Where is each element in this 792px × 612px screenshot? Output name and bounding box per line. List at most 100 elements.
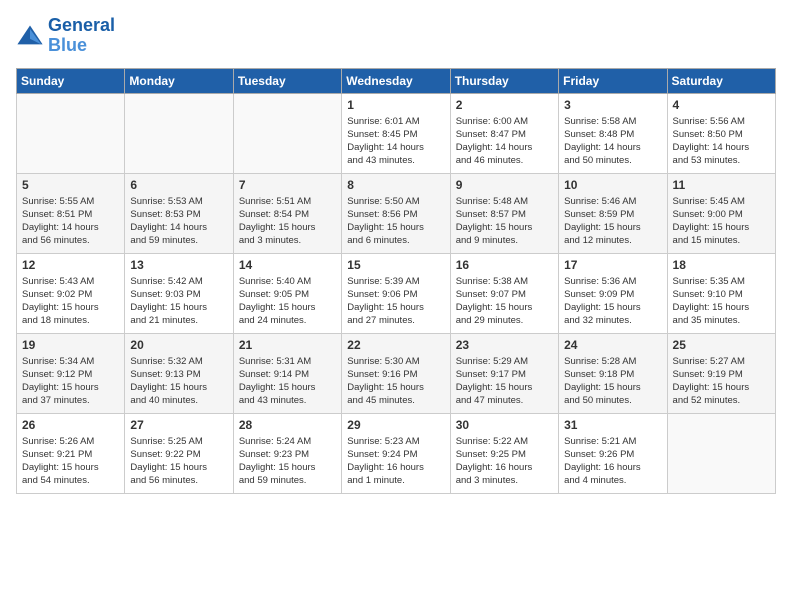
calendar-cell: 10Sunrise: 5:46 AM Sunset: 8:59 PM Dayli… [559,173,667,253]
day-info: Sunrise: 5:40 AM Sunset: 9:05 PM Dayligh… [239,275,336,328]
page-header: General Blue [16,16,776,56]
day-info: Sunrise: 5:24 AM Sunset: 9:23 PM Dayligh… [239,435,336,488]
calendar-cell: 24 Sunrise: 5:28 AM Sunset: 9:18 PM Dayli… [559,333,667,413]
day-info: Sunrise: 5:38 AM Sunset: 9:07 PM Dayligh… [456,275,553,328]
calendar-cell: 29Sunrise: 5:23 AM Sunset: 9:24 PM Dayli… [342,413,450,493]
day-info: Sunrise: 5:34 AM Sunset: 9:12 PM Dayligh… [22,355,119,408]
day-info: Sunrise: 5:51 AM Sunset: 8:54 PM Dayligh… [239,195,336,248]
day-info: Sunrise: 5:50 AM Sunset: 8:56 PM Dayligh… [347,195,444,248]
logo-icon [16,22,44,50]
day-info: Sunrise: 5:48 AM Sunset: 8:57 PM Dayligh… [456,195,553,248]
day-info: Sunrise: 5:46 AM Sunset: 8:59 PM Dayligh… [564,195,661,248]
calendar-cell: 28Sunrise: 5:24 AM Sunset: 9:23 PM Dayli… [233,413,341,493]
calendar-cell: 12Sunrise: 5:43 AM Sunset: 9:02 PM Dayli… [17,253,125,333]
day-number: 9 [456,178,553,192]
calendar-cell [667,413,775,493]
weekday-header-thursday: Thursday [450,68,558,93]
day-info: Sunrise: 5:28 AM Sunset: 9:18 PM Dayligh… [564,355,661,408]
calendar-cell: 6 Sunrise: 5:53 AM Sunset: 8:53 PM Daylig… [125,173,233,253]
calendar-week-4: 19 Sunrise: 5:34 AM Sunset: 9:12 PM Dayli… [17,333,776,413]
weekday-header-wednesday: Wednesday [342,68,450,93]
day-number: 30 [456,418,553,432]
calendar-cell: 21 Sunrise: 5:31 AM Sunset: 9:14 PM Dayli… [233,333,341,413]
day-info: Sunrise: 5:32 AM Sunset: 9:13 PM Dayligh… [130,355,227,408]
calendar-cell: 22 Sunrise: 5:30 AM Sunset: 9:16 PM Dayli… [342,333,450,413]
calendar-cell: 31 Sunrise: 5:21 AM Sunset: 9:26 PM Dayli… [559,413,667,493]
day-number: 25 [673,338,770,352]
calendar-week-1: 1 Sunrise: 6:01 AM Sunset: 8:45 PM Daylig… [17,93,776,173]
calendar-cell: 1 Sunrise: 6:01 AM Sunset: 8:45 PM Daylig… [342,93,450,173]
day-info: Sunrise: 5:22 AM Sunset: 9:25 PM Dayligh… [456,435,553,488]
day-number: 31 [564,418,661,432]
calendar-cell: 2 Sunrise: 6:00 AM Sunset: 8:47 PM Daylig… [450,93,558,173]
day-info: Sunrise: 5:25 AM Sunset: 9:22 PM Dayligh… [130,435,227,488]
day-number: 22 [347,338,444,352]
calendar-cell: 7Sunrise: 5:51 AM Sunset: 8:54 PM Daylig… [233,173,341,253]
calendar-cell: 17 Sunrise: 5:36 AM Sunset: 9:09 PM Dayli… [559,253,667,333]
day-number: 21 [239,338,336,352]
calendar-cell: 14 Sunrise: 5:40 AM Sunset: 9:05 PM Dayli… [233,253,341,333]
calendar-week-5: 26 Sunrise: 5:26 AM Sunset: 9:21 PM Dayli… [17,413,776,493]
day-number: 6 [130,178,227,192]
day-number: 2 [456,98,553,112]
day-info: Sunrise: 5:56 AM Sunset: 8:50 PM Dayligh… [673,115,770,168]
day-info: Sunrise: 5:42 AM Sunset: 9:03 PM Dayligh… [130,275,227,328]
day-number: 1 [347,98,444,112]
calendar-cell [17,93,125,173]
day-info: Sunrise: 5:45 AM Sunset: 9:00 PM Dayligh… [673,195,770,248]
calendar-cell [233,93,341,173]
calendar-table: SundayMondayTuesdayWednesdayThursdayFrid… [16,68,776,494]
day-info: Sunrise: 5:26 AM Sunset: 9:21 PM Dayligh… [22,435,119,488]
day-info: Sunrise: 5:21 AM Sunset: 9:26 PM Dayligh… [564,435,661,488]
calendar-cell: 19 Sunrise: 5:34 AM Sunset: 9:12 PM Dayli… [17,333,125,413]
calendar-cell: 27 Sunrise: 5:25 AM Sunset: 9:22 PM Dayli… [125,413,233,493]
day-number: 17 [564,258,661,272]
calendar-cell: 18Sunrise: 5:35 AM Sunset: 9:10 PM Dayli… [667,253,775,333]
logo-text: General Blue [48,16,115,56]
weekday-header-sunday: Sunday [17,68,125,93]
calendar-week-3: 12Sunrise: 5:43 AM Sunset: 9:02 PM Dayli… [17,253,776,333]
calendar-cell: 15 Sunrise: 5:39 AM Sunset: 9:06 PM Dayli… [342,253,450,333]
day-number: 23 [456,338,553,352]
calendar-cell: 20 Sunrise: 5:32 AM Sunset: 9:13 PM Dayli… [125,333,233,413]
day-number: 14 [239,258,336,272]
day-info: Sunrise: 6:01 AM Sunset: 8:45 PM Dayligh… [347,115,444,168]
calendar-cell [125,93,233,173]
day-number: 27 [130,418,227,432]
day-number: 11 [673,178,770,192]
day-info: Sunrise: 5:53 AM Sunset: 8:53 PM Dayligh… [130,195,227,248]
day-number: 20 [130,338,227,352]
calendar-cell: 5Sunrise: 5:55 AM Sunset: 8:51 PM Daylig… [17,173,125,253]
calendar-cell: 11 Sunrise: 5:45 AM Sunset: 9:00 PM Dayli… [667,173,775,253]
calendar-cell: 13 Sunrise: 5:42 AM Sunset: 9:03 PM Dayli… [125,253,233,333]
weekday-header-tuesday: Tuesday [233,68,341,93]
day-info: Sunrise: 5:39 AM Sunset: 9:06 PM Dayligh… [347,275,444,328]
day-number: 26 [22,418,119,432]
day-number: 8 [347,178,444,192]
day-info: Sunrise: 5:27 AM Sunset: 9:19 PM Dayligh… [673,355,770,408]
calendar-cell: 8 Sunrise: 5:50 AM Sunset: 8:56 PM Daylig… [342,173,450,253]
calendar-cell: 30 Sunrise: 5:22 AM Sunset: 9:25 PM Dayli… [450,413,558,493]
day-number: 13 [130,258,227,272]
calendar-cell: 9 Sunrise: 5:48 AM Sunset: 8:57 PM Daylig… [450,173,558,253]
logo: General Blue [16,16,115,56]
calendar-cell: 16Sunrise: 5:38 AM Sunset: 9:07 PM Dayli… [450,253,558,333]
day-number: 4 [673,98,770,112]
weekday-header-friday: Friday [559,68,667,93]
day-number: 24 [564,338,661,352]
day-info: Sunrise: 5:31 AM Sunset: 9:14 PM Dayligh… [239,355,336,408]
day-number: 29 [347,418,444,432]
weekday-header-saturday: Saturday [667,68,775,93]
day-info: Sunrise: 5:43 AM Sunset: 9:02 PM Dayligh… [22,275,119,328]
weekday-header-monday: Monday [125,68,233,93]
day-number: 18 [673,258,770,272]
day-number: 15 [347,258,444,272]
day-number: 19 [22,338,119,352]
day-info: Sunrise: 5:58 AM Sunset: 8:48 PM Dayligh… [564,115,661,168]
day-number: 3 [564,98,661,112]
day-info: Sunrise: 5:36 AM Sunset: 9:09 PM Dayligh… [564,275,661,328]
day-info: Sunrise: 6:00 AM Sunset: 8:47 PM Dayligh… [456,115,553,168]
day-info: Sunrise: 5:30 AM Sunset: 9:16 PM Dayligh… [347,355,444,408]
calendar-cell: 26 Sunrise: 5:26 AM Sunset: 9:21 PM Dayli… [17,413,125,493]
day-info: Sunrise: 5:29 AM Sunset: 9:17 PM Dayligh… [456,355,553,408]
